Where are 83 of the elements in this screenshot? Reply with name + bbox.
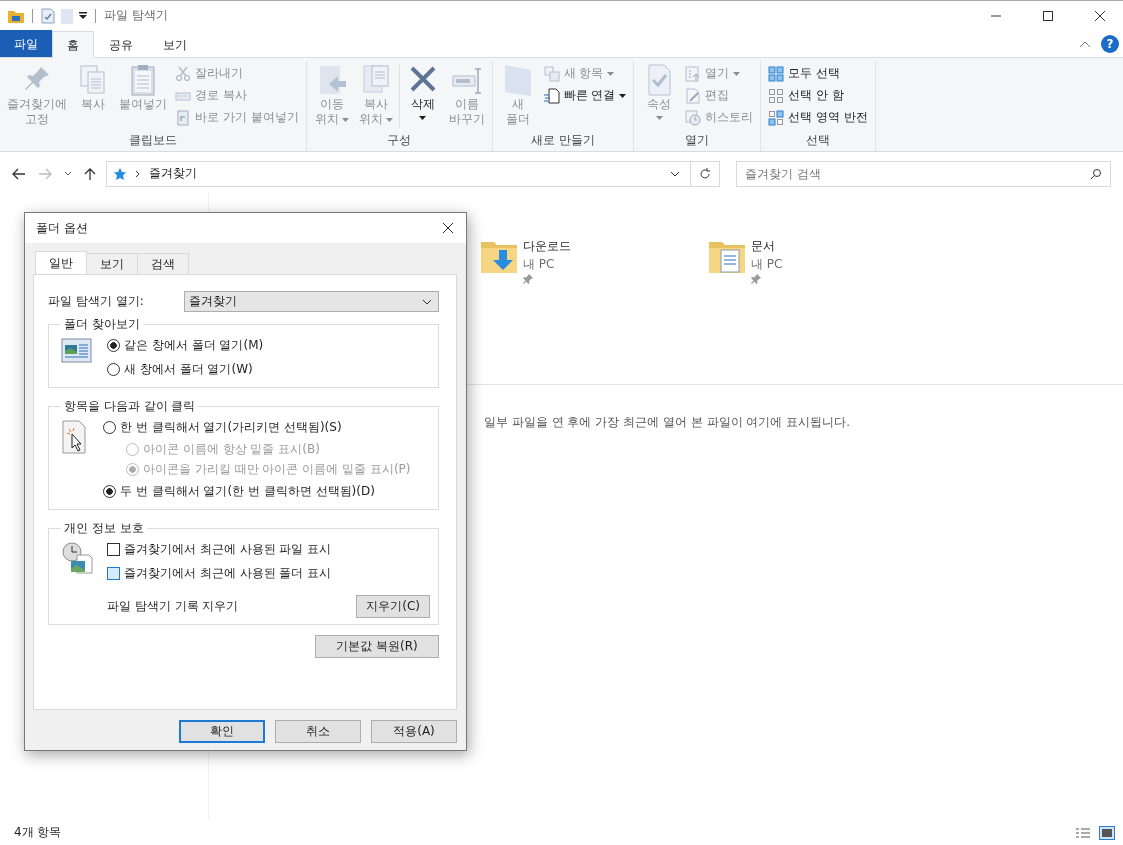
ribbon-group-label: 열기 — [684, 132, 711, 149]
collapse-ribbon-icon[interactable] — [1079, 39, 1091, 48]
ribbon-tab[interactable]: 공유 — [94, 32, 148, 58]
invert-selection-icon — [768, 109, 785, 126]
select-none-icon — [768, 87, 785, 104]
chevron-icon — [135, 169, 141, 178]
document-icon — [543, 87, 560, 104]
group-title: 개인 정보 보호 — [63, 520, 145, 537]
radio-button[interactable] — [107, 362, 120, 376]
properties-icon[interactable] — [41, 7, 55, 24]
dialog-button[interactable]: 확인 — [179, 720, 265, 743]
radio-button[interactable] — [103, 420, 116, 434]
option-label[interactable]: 즐겨찾기에서 최근에 사용된 폴더 표시 — [124, 564, 332, 582]
ribbon-tab[interactable]: 홈 — [52, 31, 94, 58]
dropdown-field[interactable]: 즐겨찾기 — [184, 291, 439, 312]
pointer-file-icon — [61, 419, 89, 455]
item-count: 4개 항목 — [14, 824, 62, 841]
address-path[interactable]: 즐겨찾기 — [149, 165, 197, 182]
history-icon — [685, 109, 702, 126]
group-title: 항목을 다음과 같이 클릭 — [63, 398, 197, 415]
folder-location: 내 PC — [751, 256, 783, 273]
ribbon-tab[interactable]: 보기 — [148, 32, 202, 58]
pin-icon — [523, 274, 533, 284]
radio-button[interactable] — [107, 338, 120, 352]
clear-button[interactable]: 지우기(C) — [356, 595, 430, 618]
pin-icon — [751, 274, 761, 284]
radio-button[interactable] — [103, 484, 116, 498]
option-label[interactable]: 같은 창에서 폴더 열기(M) — [124, 336, 264, 354]
close-icon[interactable] — [442, 222, 454, 234]
refresh-button[interactable] — [690, 160, 720, 187]
caret-icon[interactable] — [79, 11, 87, 20]
ribbon-button[interactable]: 삭제 — [401, 61, 444, 122]
folder-location: 내 PC — [523, 256, 555, 273]
maximize-icon[interactable] — [1042, 9, 1054, 22]
refresh-icon — [699, 167, 711, 180]
ribbon-button[interactable]: 모두 선택 — [765, 63, 872, 84]
option-label[interactable]: 한 번 클릭해서 열기(가리키면 선택됨)(S) — [120, 418, 342, 436]
ribbon-button[interactable]: 선택 영역 반전 — [765, 107, 872, 128]
clock-file-icon — [61, 541, 93, 575]
help-button[interactable]: ? — [1101, 34, 1119, 53]
ribbon-group-label: 선택 — [805, 132, 832, 149]
dialog-tab[interactable]: 검색 — [137, 253, 189, 274]
window-title: 파일 탐색기 — [104, 7, 168, 24]
large-icons-view-icon[interactable] — [1099, 825, 1115, 840]
open-icon — [685, 65, 702, 82]
dialog-button[interactable]: 취소 — [275, 720, 361, 743]
search-field[interactable]: 즐겨찾기 검색 — [736, 160, 1111, 187]
option-label[interactable]: 두 번 클릭해서 열기(한 번 클릭하면 선택됨)(D) — [120, 482, 375, 500]
close-icon[interactable] — [1094, 9, 1106, 22]
field-label: 파일 탐색기 열기: — [48, 293, 144, 310]
ribbon-group-label: 새로 만들기 — [530, 132, 596, 149]
window-icon — [61, 337, 93, 365]
checkbox[interactable] — [107, 566, 120, 580]
star-icon — [113, 166, 127, 181]
dialog-button[interactable]: 적용(A) — [371, 720, 457, 743]
folder-name[interactable]: 문서 — [751, 238, 775, 255]
new-item-icon — [543, 65, 560, 82]
back-icon[interactable] — [12, 167, 26, 180]
dialog-title: 폴더 옵션 — [36, 219, 88, 237]
up-icon[interactable] — [84, 166, 96, 181]
folder-name[interactable]: 다운로드 — [523, 238, 571, 255]
ribbon-button[interactable]: 선택 안 함 — [765, 85, 872, 106]
scissors-icon — [175, 65, 191, 82]
checkbox[interactable] — [107, 542, 120, 556]
chevron-down-icon — [422, 298, 432, 305]
chevron-down-icon[interactable] — [670, 170, 680, 177]
folder-icon — [8, 8, 24, 23]
search-icon — [1090, 167, 1102, 180]
shortcut-icon — [175, 109, 191, 126]
empty-message: 일부 파일을 연 후에 가장 최근에 열어 본 파일이 여기에 표시됩니다. — [484, 414, 851, 431]
ribbon-group-label: 클립보드 — [127, 132, 178, 149]
ribbon-group-label: 구성 — [386, 132, 413, 149]
option-label[interactable]: 새 창에서 폴더 열기(W) — [124, 360, 253, 378]
group-title: 폴더 찾아보기 — [63, 316, 141, 333]
edit-icon — [685, 87, 702, 104]
restore-defaults-button[interactable]: 기본값 복원(R) — [315, 635, 439, 658]
caret-icon[interactable] — [64, 171, 72, 176]
clear-history-label: 파일 탐색기 기록 지우기 — [107, 598, 239, 615]
dialog-tab[interactable]: 일반 — [35, 251, 87, 274]
ribbon-tab[interactable]: 파일 — [0, 30, 52, 57]
option-label[interactable]: 즐겨찾기에서 최근에 사용된 파일 표시 — [124, 540, 332, 558]
ribbon-button[interactable]: 빠른 연결 — [540, 85, 630, 106]
select-all-icon — [768, 65, 785, 82]
